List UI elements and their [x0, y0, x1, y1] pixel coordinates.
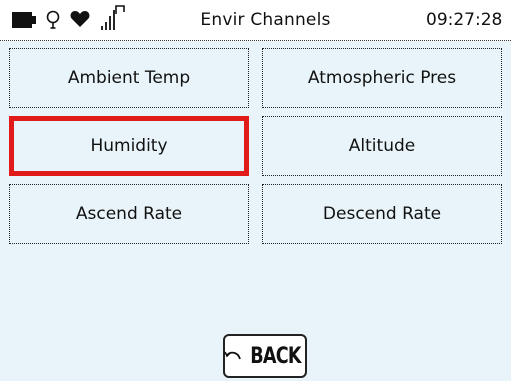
- clock-time: 09:27:28: [426, 10, 503, 30]
- humidity-button[interactable]: Humidity: [9, 116, 249, 176]
- back-label: BACK: [249, 343, 301, 369]
- altitude-button[interactable]: Altitude: [262, 116, 502, 176]
- device-screen: Envir Channels 09:27:28 Ambient Temp Atm…: [0, 0, 511, 381]
- atmospheric-pres-button[interactable]: Atmospheric Pres: [262, 48, 502, 108]
- back-arrow-icon: [223, 347, 244, 366]
- ambient-temp-button[interactable]: Ambient Temp: [9, 48, 249, 108]
- ascend-rate-button[interactable]: Ascend Rate: [9, 184, 249, 244]
- back-button[interactable]: BACK: [223, 334, 307, 378]
- descend-rate-button[interactable]: Descend Rate: [262, 184, 502, 244]
- status-bar: Envir Channels 09:27:28: [0, 0, 511, 41]
